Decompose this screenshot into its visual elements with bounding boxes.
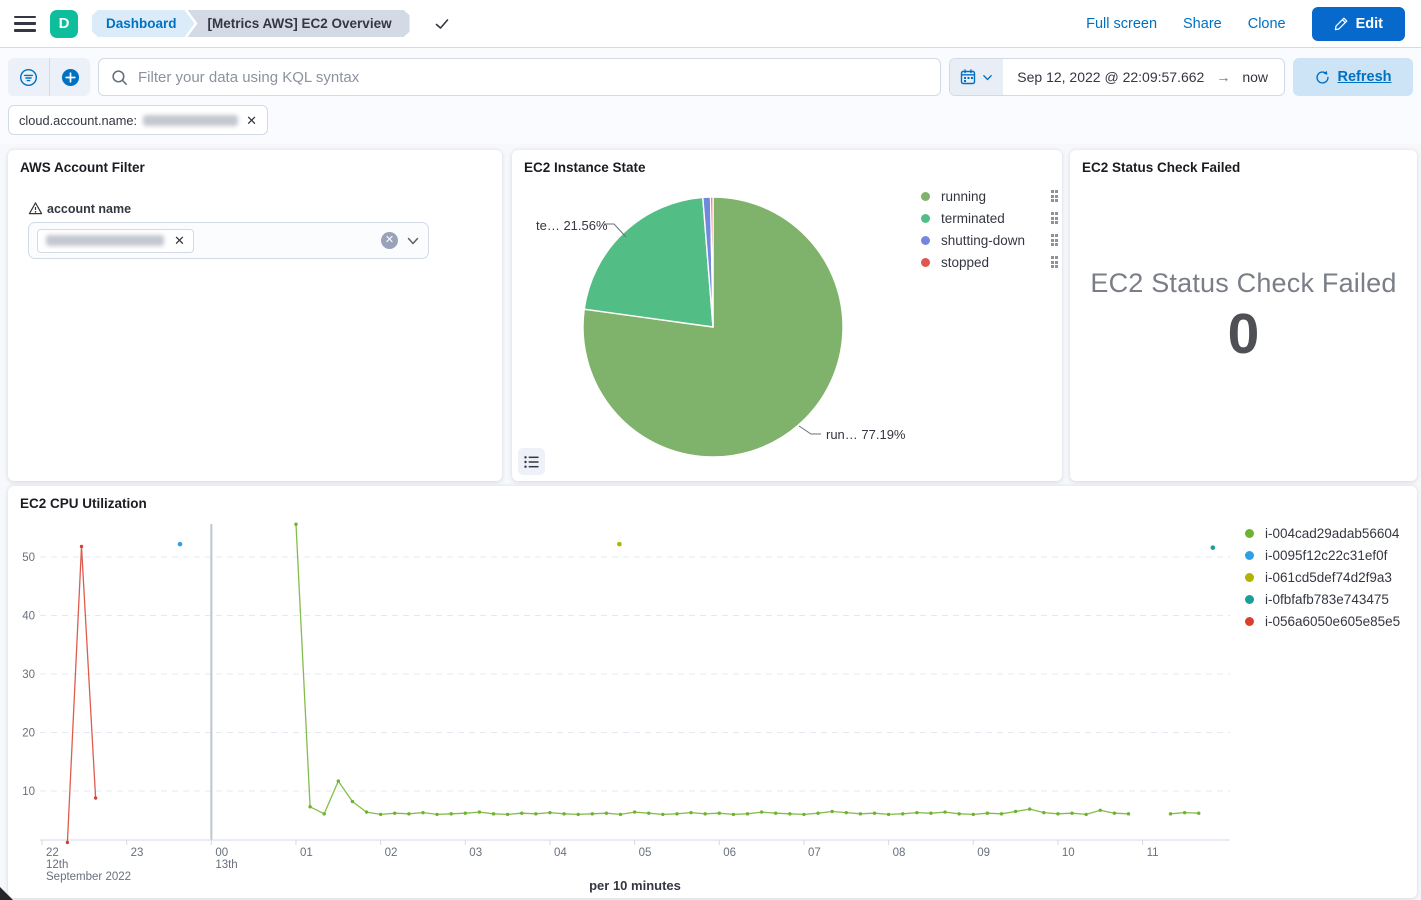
legend-dot	[1245, 573, 1254, 582]
legend-actions-icon[interactable]	[1051, 256, 1059, 268]
time-range-end[interactable]: now	[1232, 69, 1284, 85]
breadcrumb: Dashboard [Metrics AWS] EC2 Overview	[92, 10, 410, 37]
legend-item-instance-4[interactable]: i-0fbfafb783e743475	[1245, 588, 1400, 610]
search-icon	[111, 69, 128, 86]
cpu-legend: i-004cad29adab56604 i-0095f12c22c31ef0f …	[1245, 522, 1400, 632]
svg-text:23: 23	[131, 847, 144, 859]
corner-artifact	[0, 887, 13, 900]
combobox-chevron-down-icon[interactable]	[406, 234, 420, 248]
share-button[interactable]: Share	[1183, 16, 1222, 32]
chevron-down-icon	[982, 72, 993, 83]
saved-query-filter-icon[interactable]	[8, 58, 49, 96]
legend-actions-icon[interactable]	[1051, 234, 1059, 246]
calendar-icon	[960, 69, 976, 85]
menu-icon[interactable]	[14, 16, 36, 32]
arrow-right-icon: →	[1214, 69, 1232, 85]
time-range-picker: Sep 12, 2022 @ 22:09:57.662 → now	[949, 58, 1285, 96]
calendar-menu-button[interactable]	[950, 59, 1003, 95]
remove-filter-icon[interactable]: ✕	[246, 114, 257, 127]
panel-title: AWS Account Filter	[8, 150, 502, 175]
panel-title: EC2 Status Check Failed	[1070, 150, 1417, 175]
check-icon	[434, 16, 450, 32]
top-navigation-bar: D Dashboard [Metrics AWS] EC2 Overview F…	[0, 0, 1421, 48]
panel-aws-account-filter: AWS Account Filter account name ✕ ✕	[8, 150, 502, 481]
legend-dot	[921, 214, 930, 223]
svg-text:07: 07	[808, 847, 821, 859]
panel-ec2-cpu-utilization: EC2 CPU Utilization 10203040502212thSept…	[8, 486, 1417, 898]
svg-text:11: 11	[1147, 847, 1159, 859]
breadcrumb-current-dashboard: [Metrics AWS] EC2 Overview	[188, 10, 410, 37]
field-label-text: account name	[47, 202, 131, 216]
svg-text:12th: 12th	[46, 859, 68, 871]
svg-text:01: 01	[300, 847, 313, 859]
legend-dot	[1245, 529, 1254, 538]
edit-button[interactable]: Edit	[1312, 7, 1405, 41]
svg-text:40: 40	[22, 611, 35, 623]
selected-account-pill: ✕	[37, 229, 194, 253]
pie-label-running: run… 77.19%	[826, 427, 906, 442]
add-filter-icon[interactable]	[49, 58, 90, 96]
legend-item-shutting-down[interactable]: shutting-down	[921, 229, 1058, 251]
svg-text:50: 50	[22, 552, 35, 564]
breadcrumb-dashboard[interactable]: Dashboard	[92, 10, 195, 37]
time-range-start[interactable]: Sep 12, 2022 @ 22:09:57.662	[1003, 69, 1214, 85]
legend-item-instance-5[interactable]: i-056a6050e605e85e5	[1245, 610, 1400, 632]
clone-button[interactable]: Clone	[1248, 16, 1286, 32]
svg-text:00: 00	[215, 847, 228, 859]
legend-actions-icon[interactable]	[1051, 190, 1059, 202]
redacted-filter-value	[143, 115, 238, 126]
svg-text:09: 09	[977, 847, 990, 859]
svg-text:05: 05	[639, 847, 652, 859]
clear-all-icon[interactable]: ✕	[381, 232, 398, 249]
kql-search-field[interactable]	[98, 58, 941, 96]
filter-actions-group	[8, 58, 90, 96]
svg-text:10: 10	[1062, 847, 1075, 859]
svg-text:03: 03	[469, 847, 482, 859]
x-axis-title: per 10 minutes	[8, 878, 1262, 893]
panel-ec2-status-check-failed: EC2 Status Check Failed EC2 Status Check…	[1070, 150, 1417, 481]
svg-text:10: 10	[22, 786, 35, 798]
pie-legend: running terminated shutting-down stopped	[921, 185, 1058, 273]
legend-dot	[921, 258, 930, 267]
cpu-line-chart[interactable]: 10203040502212thSeptember 2022230013th01…	[8, 486, 1417, 898]
legend-dot	[921, 236, 930, 245]
svg-text:02: 02	[385, 847, 398, 859]
legend-dot	[921, 192, 930, 201]
refresh-icon	[1315, 70, 1330, 85]
svg-text:06: 06	[723, 847, 736, 859]
kql-search-input[interactable]	[138, 69, 928, 86]
refresh-button[interactable]: Refresh	[1293, 58, 1413, 96]
svg-text:20: 20	[22, 728, 35, 740]
filter-pill-cloud-account-name[interactable]: cloud.account.name: ✕	[8, 105, 268, 135]
account-name-combobox[interactable]: ✕ ✕	[28, 222, 429, 259]
metric-label: EC2 Status Check Failed	[1070, 268, 1417, 299]
legend-item-stopped[interactable]: stopped	[921, 251, 1058, 273]
legend-item-instance-3[interactable]: i-061cd5def74d2f9a3	[1245, 566, 1400, 588]
legend-dot	[1245, 551, 1254, 560]
legend-actions-icon[interactable]	[1051, 212, 1059, 224]
legend-item-instance-2[interactable]: i-0095f12c22c31ef0f	[1245, 544, 1400, 566]
remove-selection-icon[interactable]: ✕	[174, 234, 185, 247]
redacted-account-value	[46, 235, 164, 246]
svg-text:04: 04	[554, 847, 567, 859]
svg-text:08: 08	[893, 847, 906, 859]
pie-label-terminated: te… 21.56%	[536, 218, 608, 233]
legend-item-terminated[interactable]: terminated	[921, 207, 1058, 229]
kibana-dashboard-app: { "header": { "logo_letter": "D", "bread…	[0, 0, 1421, 900]
svg-text:22: 22	[46, 847, 59, 859]
svg-text:13th: 13th	[215, 859, 237, 871]
panel-ec2-instance-state: EC2 Instance State te… 21.56% run… 77.19…	[512, 150, 1062, 481]
query-bar: Sep 12, 2022 @ 22:09:57.662 → now Refres…	[0, 48, 1421, 144]
full-screen-button[interactable]: Full screen	[1086, 16, 1157, 32]
toggle-legend-list-icon[interactable]	[518, 448, 545, 475]
legend-dot	[1245, 617, 1254, 626]
legend-dot	[1245, 595, 1254, 604]
metric-value: 0	[1070, 301, 1417, 367]
pencil-icon	[1334, 17, 1348, 31]
warning-icon	[28, 201, 43, 216]
legend-item-instance-1[interactable]: i-004cad29adab56604	[1245, 522, 1400, 544]
legend-item-running[interactable]: running	[921, 185, 1058, 207]
svg-text:30: 30	[22, 669, 35, 681]
dashboard-app-badge[interactable]: D	[50, 10, 78, 38]
